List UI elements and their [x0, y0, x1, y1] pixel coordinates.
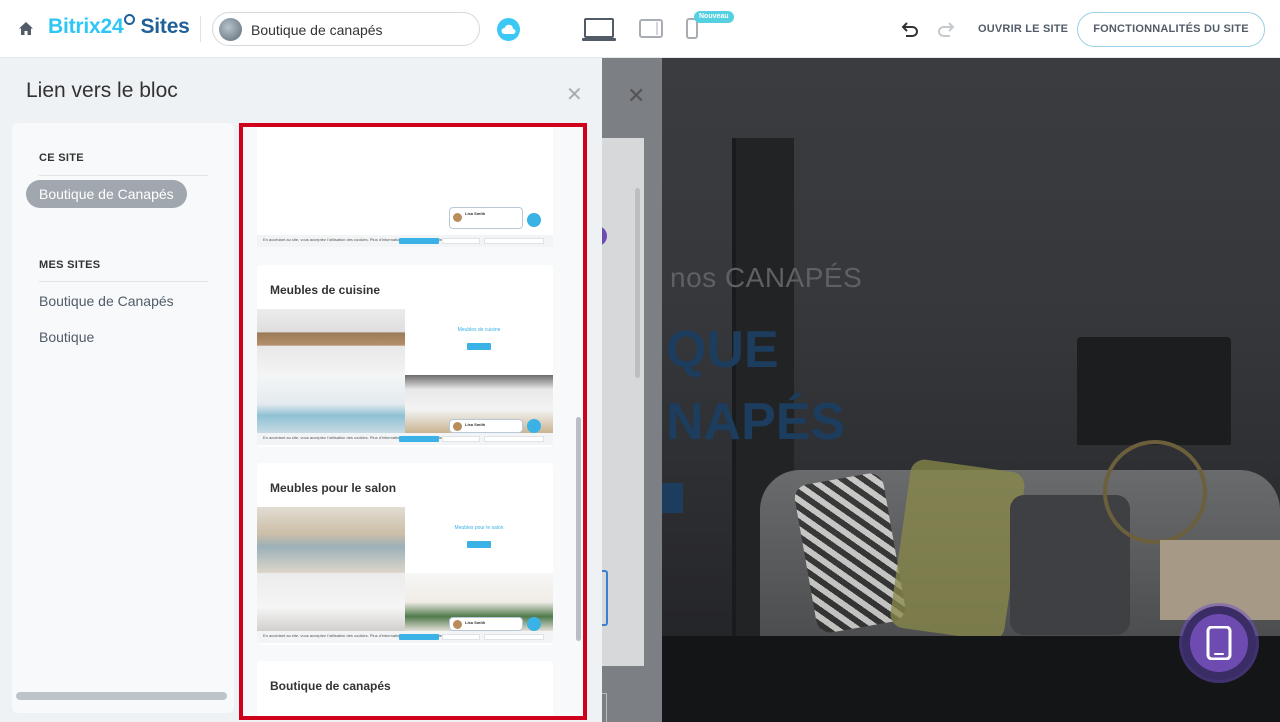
site-selector[interactable]: Boutique de canapés — [212, 12, 480, 46]
menu-item-my-sites-boutique-canapes[interactable]: Boutique de Canapés — [39, 293, 174, 309]
cookie-banner-preview: En accédant au site, vous acceptez l'uti… — [257, 433, 553, 445]
block-list-panel: Lisa Smith En accédant au site, vous acc… — [239, 123, 587, 720]
chat-avatar — [453, 213, 462, 222]
living-room-photo-1 — [257, 507, 405, 573]
chat-avatar — [453, 620, 462, 629]
chat-button-icon — [527, 617, 541, 631]
block-thumbnail: Meubles de cuisine Lisa Smith En accédan… — [257, 309, 553, 445]
site-features-button[interactable]: FONCTIONNALITÉS DU SITE — [1077, 12, 1265, 47]
dialog-title: Lien vers le bloc — [26, 79, 178, 102]
dialog-side-menu: CE SITE Boutique de Canapés MES SITES Bo… — [12, 123, 234, 713]
cookie-prefs-btn — [484, 238, 544, 244]
living-room-photo-2 — [257, 573, 405, 631]
home-icon[interactable] — [18, 21, 34, 37]
phone-icon — [1206, 626, 1232, 660]
mini-button — [467, 343, 491, 350]
chat-avatar — [453, 422, 462, 431]
mini-title: Meubles de cuisine — [457, 327, 501, 333]
link-to-block-dialog: Lien vers le bloc ✕ CE SITE Boutique de … — [0, 58, 602, 722]
block-card-title: Meubles pour le salon — [270, 481, 397, 495]
section-my-sites: MES SITES — [39, 259, 101, 271]
block-thumbnail: Lisa Smith En accédant au site, vous acc… — [257, 127, 553, 247]
chat-name: Lisa Smith — [465, 422, 486, 427]
cookie-accept-btn — [399, 634, 439, 640]
site-selector-label: Boutique de canapés — [251, 22, 383, 38]
bitrix24-sites-logo[interactable]: Bitrix24 Sites — [48, 14, 190, 39]
cookie-prefs-btn — [484, 634, 544, 640]
menu-item-this-site-boutique[interactable]: Boutique de Canapés — [26, 180, 187, 208]
living-room-text-tile: Meubles pour le salon — [405, 507, 553, 573]
vertical-scrollbar[interactable] — [576, 417, 581, 641]
hero-title-line-2: NAPÉS — [666, 393, 846, 451]
chat-name: Lisa Smith — [465, 620, 486, 625]
block-card-title: Meubles de cuisine — [270, 283, 381, 297]
panel-close-icon[interactable]: ✕ — [627, 83, 645, 109]
header-divider — [200, 16, 201, 42]
panel-scrollbar[interactable] — [635, 188, 640, 378]
cookie-decline-btn — [442, 238, 480, 244]
block-card-kitchen[interactable]: Meubles de cuisine Meubles de cuisine Li… — [257, 265, 553, 447]
block-card-cookies[interactable]: Lisa Smith En accédant au site, vous acc… — [257, 127, 553, 247]
block-card-title: Boutique de canapés — [270, 679, 391, 693]
chat-widget-preview: Lisa Smith — [449, 617, 523, 631]
cookie-banner-preview: En accédant au site, vous acceptez l'uti… — [257, 235, 553, 247]
kitchen-text-tile: Meubles de cuisine — [405, 309, 553, 375]
editor-panel-surface — [602, 138, 644, 722]
cookie-banner-preview: En accédant au site, vous acceptez l'uti… — [257, 631, 553, 643]
cookie-accept-btn — [399, 436, 439, 442]
section-this-site: CE SITE — [39, 152, 84, 164]
logo-clock-icon — [124, 14, 136, 25]
kitchen-photo-1 — [257, 309, 405, 375]
section-divider — [39, 281, 208, 282]
site-avatar — [219, 18, 242, 41]
logo-text-sites: Sites — [140, 15, 190, 38]
panel-white-tab[interactable] — [602, 693, 607, 722]
chat-name: Lisa Smith — [465, 211, 486, 216]
desktop-view-icon[interactable] — [582, 18, 616, 42]
open-site-link[interactable]: OUVRIR LE SITE — [978, 23, 1068, 35]
cloud-icon[interactable] — [497, 18, 520, 41]
dialog-close-icon[interactable]: ✕ — [566, 82, 583, 107]
block-card-sofa-shop[interactable]: Boutique de canapés — [257, 661, 553, 716]
block-card-living-room[interactable]: Meubles pour le salon Meubles pour le sa… — [257, 463, 553, 645]
panel-blue-tab[interactable] — [602, 570, 608, 626]
cookie-prefs-btn — [484, 436, 544, 442]
cookie-decline-btn — [442, 436, 480, 442]
hero-button — [662, 483, 683, 513]
tablet-view-icon[interactable] — [639, 19, 663, 39]
top-bar: Bitrix24 Sites Boutique de canapés Nouvea… — [0, 0, 1280, 58]
logo-text-main: Bitrix24 — [48, 15, 124, 38]
block-thumbnail: Meubles pour le salon Lisa Smith En accé… — [257, 507, 553, 643]
chat-widget-preview: Lisa Smith — [449, 419, 523, 433]
mini-title: Meubles pour le salon — [454, 525, 504, 531]
undo-icon[interactable] — [901, 21, 919, 37]
mobile-preview-button[interactable] — [1182, 606, 1256, 680]
chat-button-icon — [527, 213, 541, 227]
lamp-base — [1103, 440, 1207, 544]
menu-item-my-sites-boutique[interactable]: Boutique — [39, 329, 94, 345]
section-divider — [39, 175, 208, 176]
cookie-decline-btn — [442, 634, 480, 640]
cookie-accept-btn — [399, 238, 439, 244]
pillow-olive — [888, 457, 1027, 643]
kitchen-photo-2 — [257, 375, 405, 433]
redo-icon[interactable] — [937, 21, 955, 37]
chat-button-icon — [527, 419, 541, 433]
horizontal-scrollbar[interactable] — [16, 692, 227, 700]
editor-panel-edge: ✕ — [602, 58, 662, 722]
hero-title-line-1: QUE — [666, 321, 779, 379]
lamp-shade — [1077, 337, 1231, 445]
mini-button — [467, 541, 491, 548]
chat-widget-preview: Lisa Smith — [449, 207, 523, 229]
new-badge: Nouveau — [694, 11, 734, 23]
hero-subtitle: nos CANAPÉS — [670, 262, 863, 293]
